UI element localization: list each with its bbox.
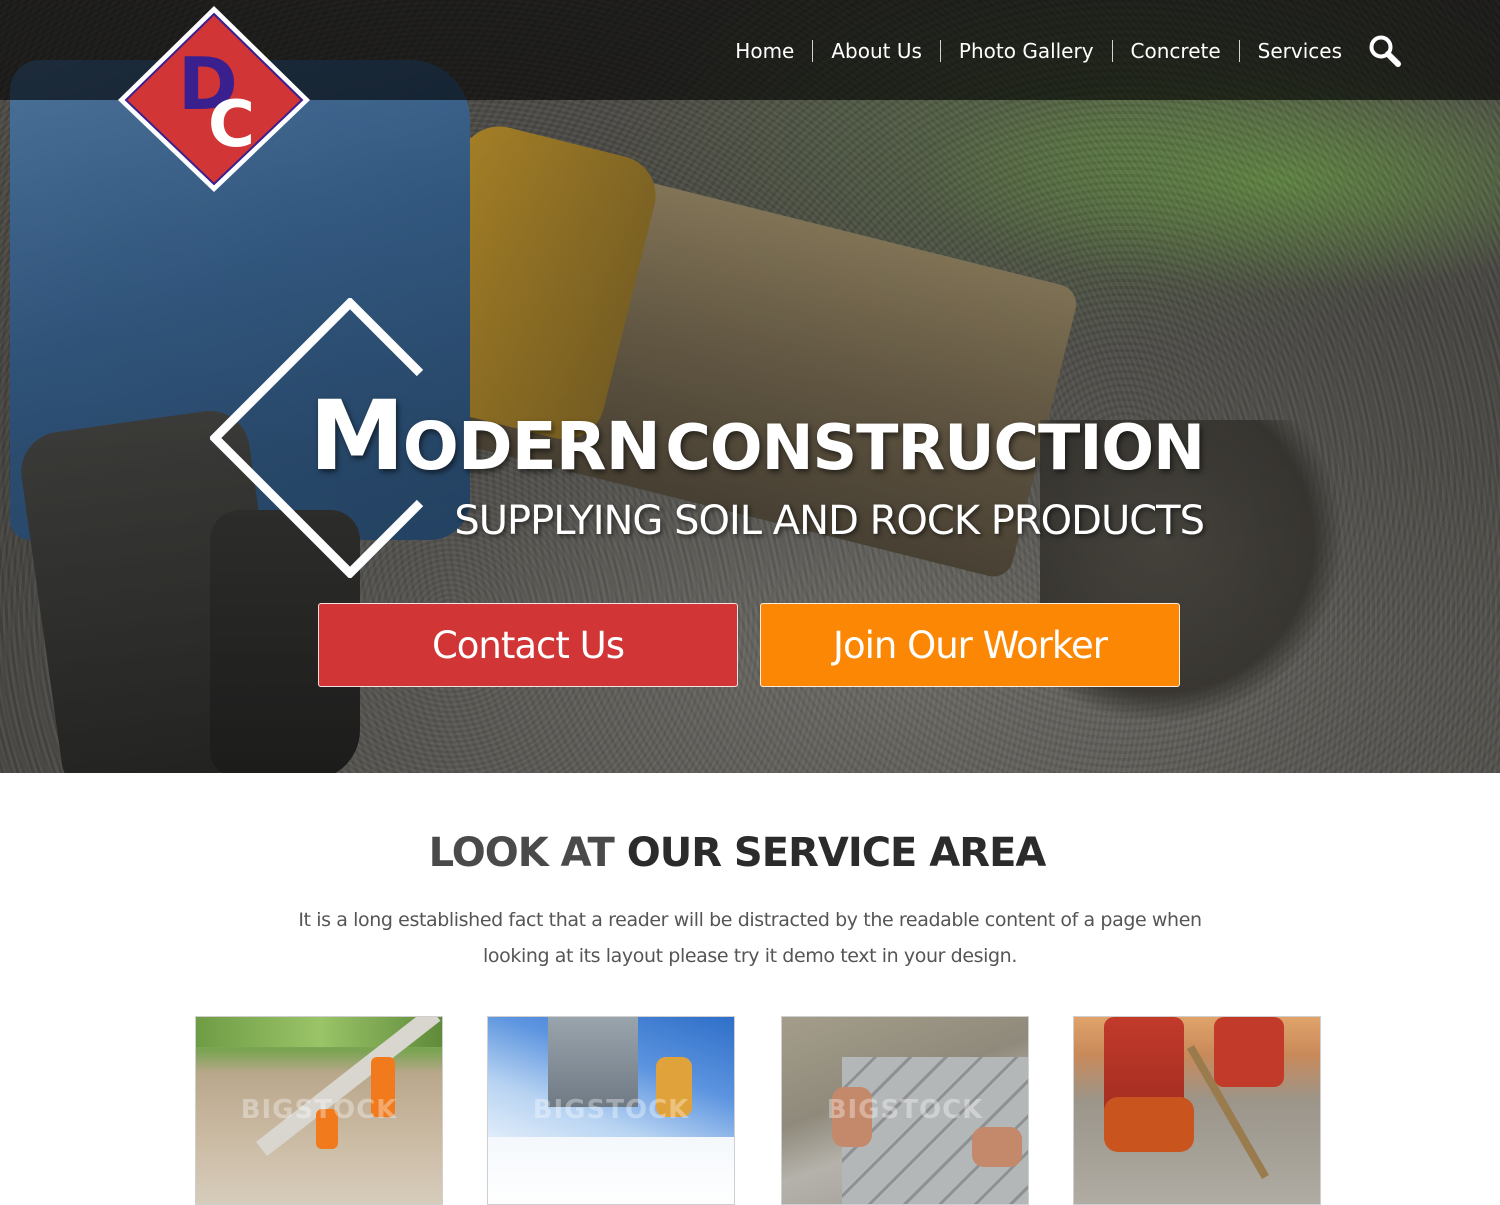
thumbnail-watermark: BIGSTOCK bbox=[826, 1095, 984, 1125]
thumbnail-hand bbox=[972, 1127, 1022, 1167]
hero-title-word: ODERN bbox=[402, 408, 661, 485]
nav-item-about-us[interactable]: About Us bbox=[812, 40, 940, 62]
nav-item-home[interactable]: Home bbox=[717, 40, 812, 62]
nav-item-services[interactable]: Services bbox=[1238, 40, 1360, 62]
nav-item-photo-gallery[interactable]: Photo Gallery bbox=[939, 40, 1112, 62]
dc-logo[interactable]: D C bbox=[116, 4, 312, 194]
service-thumbnail-paving[interactable]: BIGSTOCK bbox=[781, 1016, 1029, 1205]
svg-text:C: C bbox=[208, 88, 255, 162]
thumbnail-watermark: BIGSTOCK bbox=[532, 1095, 690, 1125]
contact-us-button[interactable]: Contact Us bbox=[318, 603, 738, 687]
hero-subtitle: SUPPLYING SOIL AND ROCK PRODUCTS bbox=[454, 498, 1205, 544]
service-area-title-strong: OUR SERVICE AREA bbox=[626, 830, 1047, 876]
search-icon[interactable] bbox=[1368, 34, 1402, 68]
main-nav: Home About Us Photo Gallery Concrete Ser… bbox=[717, 33, 1402, 69]
thumbnail-worker-pants bbox=[1214, 1017, 1284, 1087]
thumbnail-snow bbox=[488, 1137, 734, 1204]
service-area-title-light: LOOK AT bbox=[428, 830, 615, 876]
thumbnail-watermark: BIGSTOCK bbox=[240, 1095, 398, 1125]
hero-title: MODERN CONSTRUCTION bbox=[300, 380, 1205, 492]
thumbnail-building bbox=[548, 1017, 638, 1107]
service-thumbnail-roadwork[interactable]: BIGSTOCK bbox=[195, 1016, 443, 1205]
thumbnail-boots bbox=[1104, 1097, 1194, 1152]
service-area-title: LOOK AT OUR SERVICE AREA bbox=[0, 830, 1474, 876]
join-our-worker-button[interactable]: Join Our Worker bbox=[760, 603, 1180, 687]
nav-item-concrete[interactable]: Concrete bbox=[1111, 40, 1239, 62]
service-thumbnails: BIGSTOCK BIGSTOCK BIGSTOCK bbox=[0, 1016, 1500, 1205]
service-thumbnail-concrete-pour[interactable] bbox=[1073, 1016, 1321, 1205]
hero-title-initial: M bbox=[309, 380, 405, 492]
service-thumbnail-snow-removal[interactable]: BIGSTOCK bbox=[487, 1016, 735, 1205]
service-area-description: It is a long established fact that a rea… bbox=[298, 909, 1202, 967]
hero-title-word-2: CONSTRUCTION bbox=[665, 411, 1205, 484]
